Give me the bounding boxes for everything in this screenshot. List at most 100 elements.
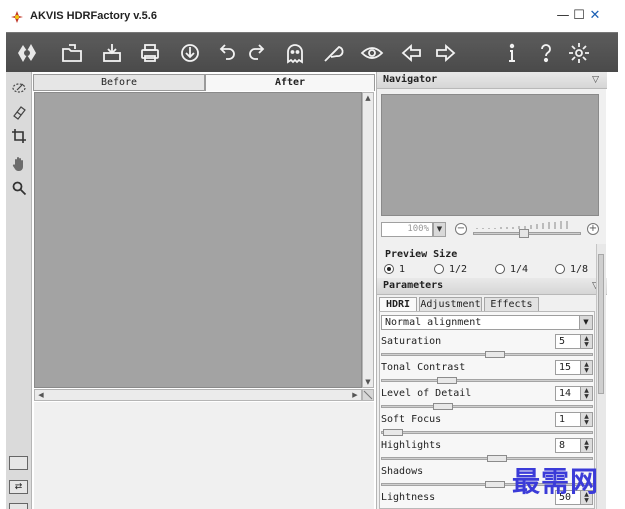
saturation-slider-thumb[interactable]: [485, 351, 505, 358]
panel-scrollbar-thumb[interactable]: [598, 254, 604, 394]
radio-label: 1/4: [510, 263, 529, 275]
spin-arrows-icon[interactable]: ▲ ▼: [580, 334, 593, 349]
param-label: Shadows: [381, 466, 424, 477]
undo-icon[interactable]: [212, 39, 240, 67]
highlights-slider-thumb[interactable]: [487, 455, 507, 462]
spin-arrows-icon[interactable]: ▲ ▼: [580, 360, 593, 375]
horizontal-scrollbar[interactable]: ◀ ▶: [34, 389, 362, 401]
soft-focus-spinbox[interactable]: 1 ▲ ▼: [555, 412, 593, 427]
preview-size-option-1-2[interactable]: 1/2: [434, 263, 467, 275]
spin-arrows-icon[interactable]: ▲ ▼: [580, 386, 593, 401]
parameters-title: Parameters: [383, 280, 444, 291]
chevron-down-icon[interactable]: ▼: [579, 315, 593, 330]
preview-size-option-1-4[interactable]: 1/4: [495, 263, 528, 275]
share-icon[interactable]: [176, 39, 204, 67]
scroll-left-icon[interactable]: ◀: [36, 390, 46, 400]
zoom-input[interactable]: 100%: [381, 222, 433, 237]
level-of-detail-slider-thumb[interactable]: [433, 403, 453, 410]
maximize-button[interactable]: ☐: [572, 9, 586, 23]
title-bar: AKVIS HDRFactory v.5.6 — ☐ ✕: [0, 0, 625, 32]
eraser-icon[interactable]: [9, 102, 29, 122]
level-of-detail-slider-track[interactable]: [381, 405, 593, 408]
param-saturation: Saturation 5 ▲ ▼: [381, 334, 593, 360]
scroll-down-icon[interactable]: ▼: [363, 377, 373, 387]
spin-arrows-icon[interactable]: ▲ ▼: [580, 438, 593, 453]
feather-icon[interactable]: [319, 39, 347, 67]
logo-icon: [10, 39, 44, 67]
collapse-icon[interactable]: ▽: [592, 72, 599, 88]
zoom-dropdown-button[interactable]: ▼: [433, 222, 446, 237]
close-button[interactable]: ✕: [588, 9, 602, 23]
zoom-icon[interactable]: [9, 178, 29, 198]
spin-value: 14: [559, 388, 572, 399]
minimize-button[interactable]: —: [556, 9, 570, 23]
tonal-contrast-spinbox[interactable]: 15 ▲ ▼: [555, 360, 593, 375]
spin-arrows-icon[interactable]: ▲ ▼: [580, 412, 593, 427]
zoom-in-button[interactable]: +: [587, 223, 599, 235]
navigator-preview[interactable]: [381, 94, 599, 216]
hand-icon[interactable]: [9, 154, 29, 174]
scroll-up-icon[interactable]: ▲: [363, 93, 373, 103]
radio-label: 1: [399, 263, 406, 275]
tab-hdri[interactable]: HDRI: [379, 297, 417, 312]
view-split-button[interactable]: [9, 503, 28, 509]
shadows-slider-thumb[interactable]: [485, 481, 505, 488]
workspace-background: [34, 402, 374, 509]
parameters-header[interactable]: Parameters ▽: [377, 278, 607, 295]
radio-label: 1/2: [449, 263, 468, 275]
open-icon[interactable]: [58, 39, 86, 67]
param-label: Level of Detail: [381, 388, 472, 399]
print-icon[interactable]: [136, 39, 164, 67]
spin-value: 15: [559, 362, 572, 373]
forward-icon[interactable]: [431, 39, 459, 67]
preview-size-option-1-8[interactable]: 1/8: [555, 263, 588, 275]
navigator-title: Navigator: [383, 74, 438, 85]
param-label: Highlights: [381, 440, 442, 451]
scroll-right-icon[interactable]: ▶: [350, 390, 360, 400]
tab-adjustment[interactable]: Adjustment: [419, 297, 482, 312]
image-canvas[interactable]: [34, 92, 362, 388]
scroll-corner: [362, 389, 374, 401]
zoom-out-button[interactable]: −: [455, 223, 467, 235]
watermark: 最需网: [512, 465, 600, 498]
app-logo-icon: [11, 11, 23, 23]
tonal-contrast-slider-thumb[interactable]: [437, 377, 457, 384]
ghost-icon[interactable]: [281, 39, 309, 67]
tab-after[interactable]: After: [205, 74, 375, 91]
eye-icon[interactable]: [358, 39, 386, 67]
level-of-detail-spinbox[interactable]: 14 ▲ ▼: [555, 386, 593, 401]
radio-icon: [434, 264, 444, 274]
crop-icon[interactable]: [9, 126, 29, 146]
tab-effects[interactable]: Effects: [484, 297, 539, 312]
view-single-button[interactable]: [9, 456, 28, 470]
navigator-header[interactable]: Navigator ▽: [377, 72, 607, 89]
help-icon[interactable]: [532, 39, 560, 67]
vertical-scrollbar[interactable]: ▲ ▼: [362, 92, 374, 388]
alignment-select[interactable]: Normal alignment ▼: [381, 315, 593, 330]
radio-icon: [495, 264, 505, 274]
radio-label: 1/8: [570, 263, 589, 275]
settings-icon[interactable]: [565, 39, 593, 67]
highlights-spinbox[interactable]: 8 ▲ ▼: [555, 438, 593, 453]
save-icon[interactable]: [98, 39, 126, 67]
tab-before[interactable]: Before: [33, 74, 205, 91]
redo-icon[interactable]: [244, 39, 272, 67]
radio-icon: [555, 264, 565, 274]
preview-size-option-1[interactable]: 1: [384, 263, 405, 275]
spin-value: 5: [559, 336, 566, 347]
view-swap-button[interactable]: ⇄: [9, 480, 28, 494]
left-toolbox: ⇄: [6, 72, 32, 509]
soft-focus-slider-thumb[interactable]: [383, 429, 403, 436]
param-label: Saturation: [381, 336, 442, 347]
param-label: Lightness: [381, 492, 436, 503]
tonal-contrast-slider-track[interactable]: [381, 379, 593, 382]
param-soft-focus: Soft Focus 1 ▲ ▼: [381, 412, 593, 438]
info-icon[interactable]: [498, 39, 526, 67]
brush-icon[interactable]: [9, 78, 29, 98]
saturation-spinbox[interactable]: 5 ▲ ▼: [555, 334, 593, 349]
soft-focus-slider-track[interactable]: [381, 431, 593, 434]
back-icon[interactable]: [398, 39, 426, 67]
alignment-value: Normal alignment: [385, 317, 482, 328]
param-label: Tonal Contrast: [381, 362, 466, 373]
zoom-slider-thumb[interactable]: [519, 229, 529, 238]
